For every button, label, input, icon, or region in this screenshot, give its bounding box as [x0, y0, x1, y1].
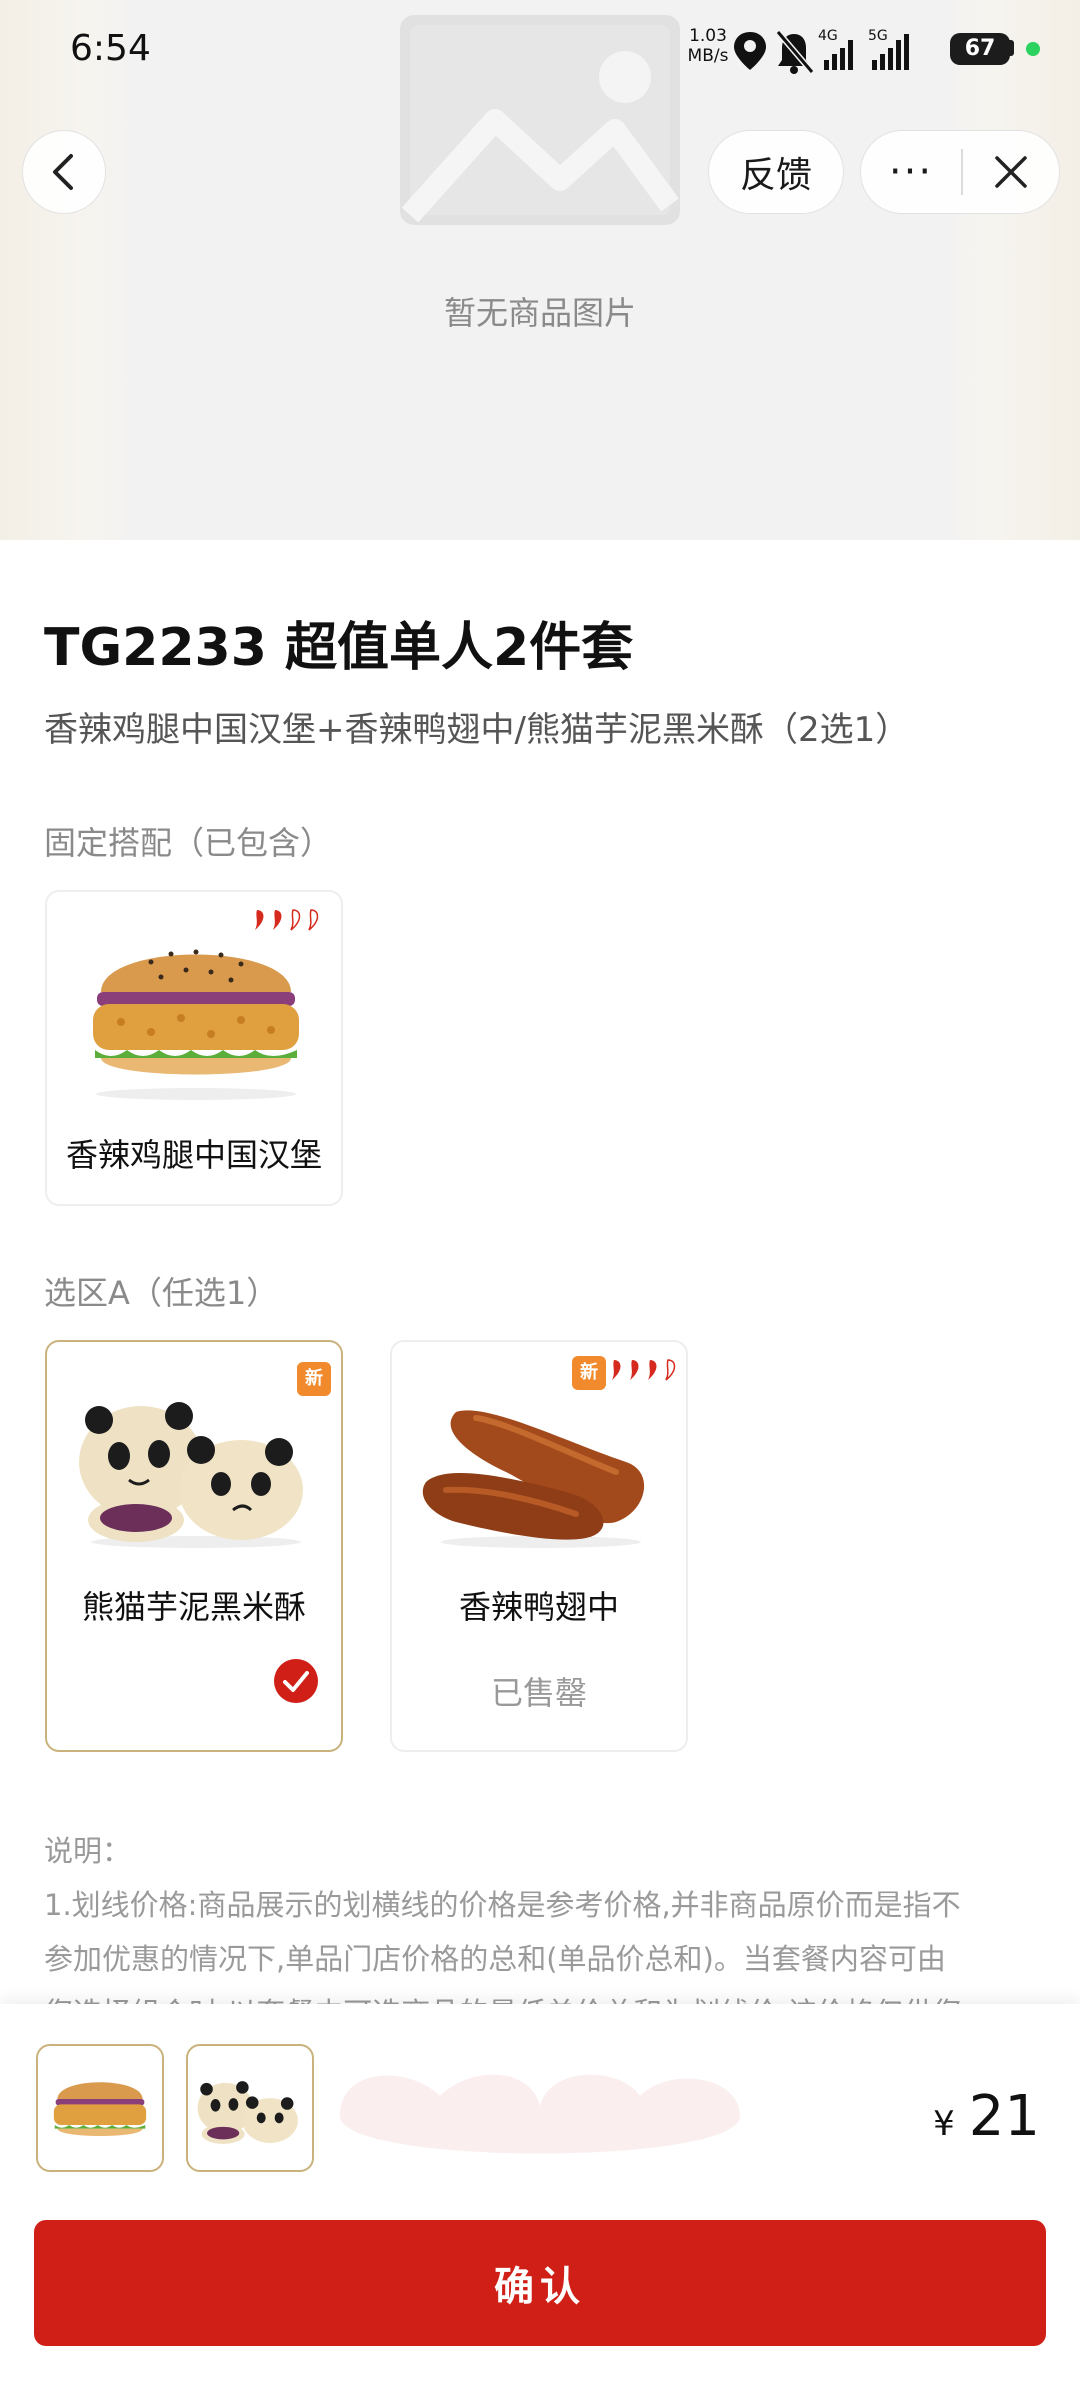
notes-line: 参加优惠的情况下,单品门店价格的总和(单品价总和)。当套餐内容可由	[44, 1942, 946, 1976]
burger-image	[93, 949, 299, 1100]
network-speed-unit: MB/s	[687, 46, 729, 66]
no-image-text: 暂无商品图片	[443, 294, 636, 332]
selected-thumbnail-panda-pastry[interactable]	[186, 2044, 314, 2172]
total-price: ¥ 21	[933, 2084, 1040, 2149]
sold-out-label: 已售罄	[490, 1674, 587, 1712]
option-card-duck-wing[interactable]: 新 香辣鸭翅中 已售罄	[390, 1340, 688, 1752]
network-speed-value: 1.03	[689, 26, 727, 46]
selected-thumbnail-burger[interactable]	[36, 2044, 164, 2172]
location-icon	[734, 32, 766, 70]
currency-symbol: ¥	[933, 2104, 955, 2144]
panda-pastry-thumbnail-image	[197, 2081, 298, 2144]
decorative-background-shape	[340, 2074, 740, 2154]
status-time: 6:54	[70, 28, 151, 69]
feedback-button[interactable]: 反馈	[708, 130, 844, 214]
section-a-label: 选区A（任选1）	[44, 1274, 279, 1312]
burger-thumbnail-image	[53, 2082, 147, 2136]
product-subtitle: 香辣鸡腿中国汉堡+香辣鸭翅中/熊猫芋泥黑米酥（2选1）	[44, 710, 910, 750]
option-name: 熊猫芋泥黑米酥	[81, 1588, 306, 1626]
chevron-left-icon	[53, 154, 73, 190]
confirm-button[interactable]: 确认	[34, 2220, 1046, 2346]
more-options-button[interactable]: ···	[861, 130, 961, 214]
battery-tip	[1008, 40, 1014, 56]
battery-indicator: 67	[950, 33, 1010, 65]
close-button[interactable]	[963, 130, 1059, 214]
signal-4g-icon: 4G	[818, 28, 853, 70]
selected-check-icon	[274, 1659, 318, 1703]
option-name: 香辣鸭翅中	[458, 1588, 619, 1626]
mini-program-capsule: ···	[860, 130, 1060, 214]
svg-text:4G: 4G	[818, 28, 838, 44]
panda-pastry-image	[79, 1402, 303, 1548]
svg-text:5G: 5G	[868, 28, 888, 44]
back-button[interactable]	[22, 130, 106, 214]
fixed-section-label: 固定搭配（已包含）	[44, 824, 333, 862]
status-bar: 6:54 1.03 MB/s 4G 5G 67	[0, 0, 1080, 100]
price-value: 21	[968, 2084, 1040, 2149]
fixed-item-card[interactable]: 香辣鸡腿中国汉堡	[45, 890, 343, 1206]
product-title: TG2233 超值单人2件套	[44, 618, 634, 678]
close-icon	[995, 156, 1027, 188]
duck-wing-image	[422, 1410, 645, 1548]
bottom-bar: ¥ 21 确认	[0, 2004, 1080, 2400]
privacy-indicator-dot	[1026, 42, 1040, 56]
signal-5g-icon: 5G	[868, 28, 909, 70]
option-card-panda-pastry[interactable]: 新 熊猫芋泥黑米酥	[45, 1340, 343, 1752]
network-speed: 1.03 MB/s	[684, 26, 732, 66]
notes-heading: 说明：	[44, 1834, 132, 1868]
mute-bell-icon	[775, 30, 815, 74]
notes-line: 1.划线价格:商品展示的划横线的价格是参考价格,并非商品原价而是指不	[44, 1888, 961, 1922]
fixed-item-name: 香辣鸡腿中国汉堡	[65, 1136, 322, 1174]
status-icons: 4G 5G	[734, 28, 909, 74]
